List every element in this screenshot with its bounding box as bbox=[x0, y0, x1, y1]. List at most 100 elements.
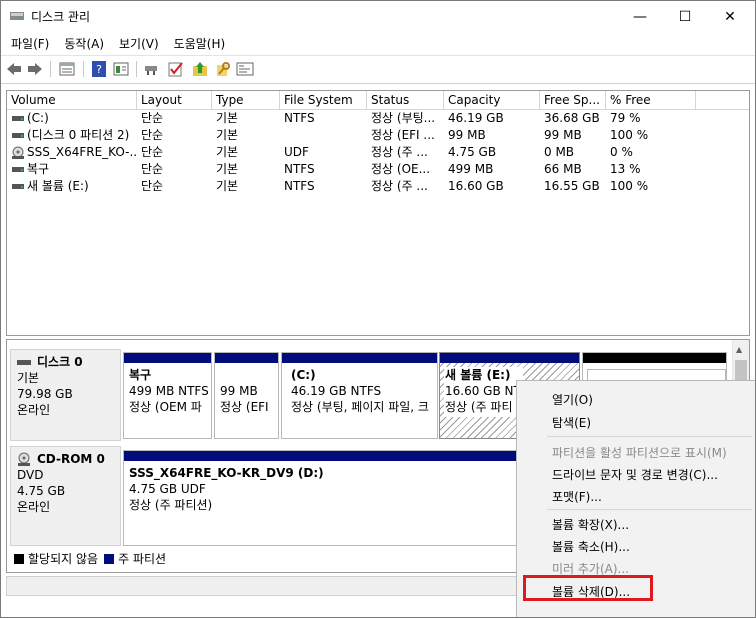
svg-text:?: ? bbox=[96, 63, 102, 76]
close-icon: ✕ bbox=[724, 8, 736, 25]
menu-item-open[interactable]: 열기(O) bbox=[552, 391, 593, 408]
table-row[interactable]: (디스크 0 파티션 2) 단순 기본 정상 (EFI ... 99 MB 99… bbox=[7, 127, 749, 144]
menu-item-explore[interactable]: 탐색(E) bbox=[552, 414, 591, 431]
partition-label: (C:) bbox=[291, 368, 316, 382]
table-row[interactable]: 새 볼륨 (E:) 단순 기본 NTFS 정상 (주 ... 16.60 GB … bbox=[7, 178, 749, 195]
table-row[interactable]: SSS_X64FRE_KO-... 단순 기본 UDF 정상 (주 ... 4.… bbox=[7, 144, 749, 161]
menu-action[interactable]: 동작(A) bbox=[55, 32, 110, 54]
minimize-button[interactable]: — bbox=[617, 1, 663, 32]
console-icon[interactable] bbox=[236, 60, 254, 78]
column-status[interactable]: Status bbox=[367, 91, 444, 109]
drive-icon bbox=[12, 184, 24, 189]
volume-name: 복구 bbox=[27, 162, 50, 176]
properties-icon[interactable] bbox=[58, 60, 76, 78]
column-volume[interactable]: Volume bbox=[7, 91, 137, 109]
volume-name: (C:) bbox=[27, 111, 49, 125]
legend-unallocated-swatch bbox=[14, 554, 24, 564]
disk-size: 4.75 GB bbox=[17, 484, 66, 498]
view-icon[interactable] bbox=[112, 60, 130, 78]
column-percent-free[interactable]: % Free bbox=[606, 91, 696, 109]
cdrom-0-label[interactable]: CD-ROM 0 DVD 4.75 GB 온라인 bbox=[10, 446, 121, 546]
maximize-icon: ☐ bbox=[678, 8, 692, 25]
back-arrow-icon[interactable] bbox=[5, 60, 23, 78]
drive-icon bbox=[12, 116, 24, 121]
partition-efi[interactable]: 99 MB 정상 (EFI bbox=[214, 352, 279, 439]
column-layout[interactable]: Layout bbox=[137, 91, 212, 109]
disk-management-window: 디스크 관리 — ☐ ✕ 파일(F) 동작(A) 보기(V) 도움말(H) ? bbox=[0, 0, 756, 618]
fs-cell: NTFS bbox=[284, 162, 315, 176]
help-icon[interactable]: ? bbox=[90, 60, 108, 78]
partition-status: 정상 (OEM 파 bbox=[129, 400, 202, 414]
volume-name: SSS_X64FRE_KO-... bbox=[27, 145, 137, 159]
close-button[interactable]: ✕ bbox=[707, 1, 753, 32]
menu-bar: 파일(F) 동작(A) 보기(V) 도움말(H) bbox=[1, 32, 755, 54]
volume-name: 새 볼륨 (E:) bbox=[27, 179, 89, 193]
drive-icon bbox=[12, 133, 24, 138]
delete-volume-highlight bbox=[523, 575, 653, 601]
status-cell: 정상 (부팅... bbox=[371, 111, 436, 125]
layout-cell: 단순 bbox=[141, 128, 164, 142]
volume-list-header: Volume Layout Type File System Status Ca… bbox=[7, 91, 749, 110]
type-cell: 기본 bbox=[216, 162, 239, 176]
column-free-space[interactable]: Free Sp... bbox=[540, 91, 606, 109]
layout-cell: 단순 bbox=[141, 162, 164, 176]
window-title: 디스크 관리 bbox=[31, 10, 91, 24]
partition-status: 정상 (EFI bbox=[220, 400, 269, 414]
menu-item-extend-volume[interactable]: 볼륨 확장(X)... bbox=[552, 516, 629, 533]
legend-primary-swatch bbox=[104, 554, 115, 564]
capacity-cell: 99 MB bbox=[448, 128, 486, 142]
maximize-button[interactable]: ☐ bbox=[662, 1, 708, 32]
cd-icon bbox=[18, 452, 30, 466]
pct-cell: 13 % bbox=[610, 162, 641, 176]
connect-icon[interactable] bbox=[143, 60, 161, 78]
column-file-system[interactable]: File System bbox=[280, 91, 367, 109]
partition-c[interactable]: (C:) 46.19 GB NTFS 정상 (부팅, 페이지 파일, 크 bbox=[281, 352, 438, 439]
disk-name: 디스크 0 bbox=[37, 355, 83, 369]
legend-unallocated-label: 할당되지 않음 bbox=[28, 552, 99, 566]
column-type[interactable]: Type bbox=[212, 91, 280, 109]
folder-up-icon[interactable] bbox=[191, 60, 209, 78]
forward-arrow-icon[interactable] bbox=[26, 60, 44, 78]
key-icon[interactable] bbox=[214, 60, 232, 78]
free-cell: 36.68 GB bbox=[544, 111, 600, 125]
pct-cell: 100 % bbox=[610, 179, 649, 193]
partition-size: 99 MB bbox=[220, 384, 258, 398]
free-cell: 99 MB bbox=[544, 128, 582, 142]
capacity-cell: 4.75 GB bbox=[448, 145, 497, 159]
menu-help[interactable]: 도움말(H) bbox=[165, 32, 232, 54]
table-row[interactable]: (C:) 단순 기본 NTFS 정상 (부팅... 46.19 GB 36.68… bbox=[7, 110, 749, 127]
menu-item-shrink-volume[interactable]: 볼륨 축소(H)... bbox=[552, 538, 630, 555]
legend: 할당되지 않음 주 파티션 bbox=[10, 550, 166, 568]
volume-list[interactable]: Volume Layout Type File System Status Ca… bbox=[6, 90, 750, 336]
fs-cell: UDF bbox=[284, 145, 309, 159]
partition-size: 46.19 GB NTFS bbox=[291, 384, 382, 398]
menu-item-change-drive-letter[interactable]: 드라이브 문자 및 경로 변경(C)... bbox=[552, 466, 718, 483]
volume-name: (디스크 0 파티션 2) bbox=[27, 128, 130, 142]
partition-label bbox=[220, 367, 276, 383]
menu-view[interactable]: 보기(V) bbox=[110, 32, 165, 54]
partition-label: 복구 bbox=[129, 368, 152, 382]
toolbar: ? bbox=[1, 55, 755, 84]
partition-status: 정상 (부팅, 페이지 파일, 크 bbox=[291, 400, 429, 414]
minimize-icon: — bbox=[633, 8, 647, 25]
type-cell: 기본 bbox=[216, 145, 239, 159]
scroll-up-icon[interactable]: ▲ bbox=[736, 345, 742, 354]
drive-icon bbox=[12, 167, 24, 172]
partition-recovery[interactable]: 복구 499 MB NTFS 정상 (OEM 파 bbox=[123, 352, 212, 439]
disk-state: 온라인 bbox=[17, 500, 51, 514]
disk-0-label[interactable]: 디스크 0 기본 79.98 GB 온라인 bbox=[10, 349, 121, 441]
menu-item-mark-active[interactable]: 파티션을 활성 파티션으로 표시(M) bbox=[552, 444, 727, 461]
fs-cell: NTFS bbox=[284, 179, 315, 193]
check-icon[interactable] bbox=[167, 60, 185, 78]
disk-name: CD-ROM 0 bbox=[37, 452, 105, 466]
free-cell: 66 MB bbox=[544, 162, 582, 176]
fs-cell: NTFS bbox=[284, 111, 315, 125]
status-cell: 정상 (주 ... bbox=[371, 179, 428, 193]
menu-file[interactable]: 파일(F) bbox=[1, 32, 55, 54]
menu-item-format[interactable]: 포맷(F)... bbox=[552, 488, 602, 505]
table-row[interactable]: 복구 단순 기본 NTFS 정상 (OE... 499 MB 66 MB 13 … bbox=[7, 161, 749, 178]
column-capacity[interactable]: Capacity bbox=[444, 91, 540, 109]
disk-type: DVD bbox=[17, 468, 44, 482]
disk-icon bbox=[17, 359, 31, 365]
pct-cell: 100 % bbox=[610, 128, 649, 142]
